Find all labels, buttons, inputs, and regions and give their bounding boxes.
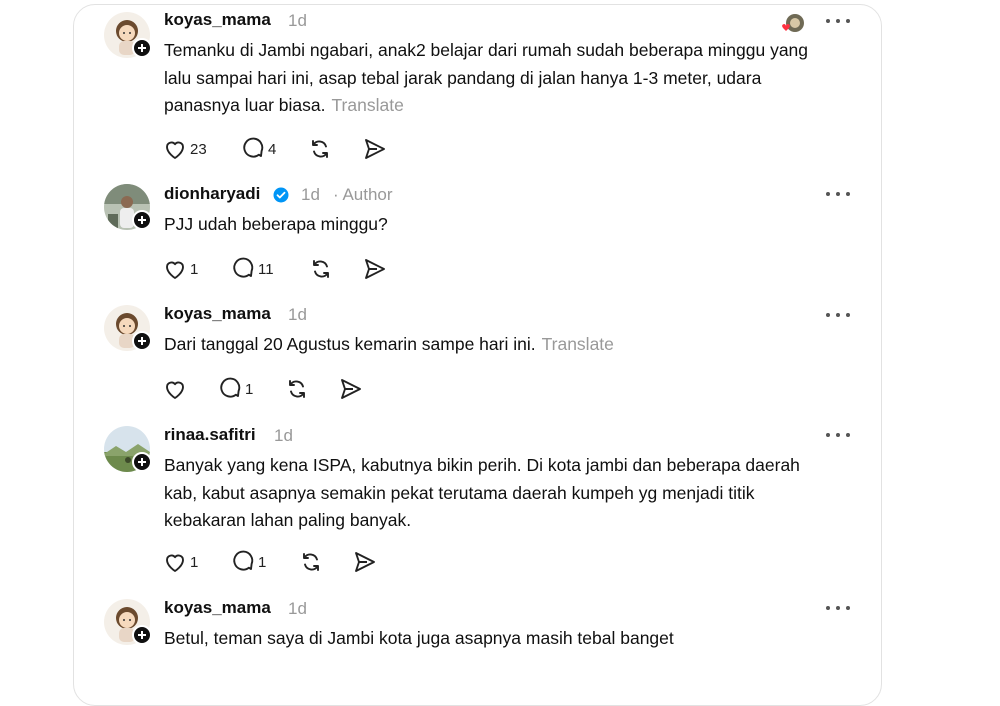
reply-button[interactable]: 1	[230, 548, 266, 576]
like-count: 1	[190, 553, 199, 571]
more-dots-icon[interactable]	[826, 311, 850, 319]
share-button[interactable]	[352, 548, 378, 576]
repost-button[interactable]	[284, 375, 310, 403]
heart-icon	[166, 261, 184, 279]
username[interactable]: koyas_mama	[164, 304, 271, 324]
timestamp[interactable]: 1d	[288, 305, 307, 325]
more-dots-icon[interactable]	[826, 17, 850, 25]
comment-text: Temanku di Jambi ngabari, anak2 belajar …	[164, 37, 824, 120]
comment-body: Temanku di Jambi ngabari, anak2 belajar …	[164, 40, 809, 115]
reply-count: 11	[258, 260, 274, 278]
like-count: 23	[190, 140, 207, 158]
timestamp[interactable]: 1d	[301, 185, 320, 205]
username[interactable]: koyas_mama	[164, 598, 271, 618]
heart-icon	[166, 554, 184, 572]
timestamp[interactable]: 1d	[288, 11, 307, 31]
comment-body: Banyak yang kena ISPA, kabutnya bikin pe…	[164, 455, 800, 530]
reply-count: 1	[258, 553, 267, 571]
author-tag: · Author	[333, 185, 393, 204]
avatar[interactable]	[104, 426, 152, 472]
repost-icon	[303, 553, 319, 571]
avatar[interactable]	[104, 12, 152, 58]
timestamp[interactable]: 1d	[288, 599, 307, 619]
reacted-user-avatar-icon[interactable]	[780, 12, 806, 38]
repost-button[interactable]	[298, 548, 324, 576]
comment-text: Banyak yang kena ISPA, kabutnya bikin pe…	[164, 452, 824, 535]
heart-icon	[166, 381, 184, 399]
username[interactable]: rinaa.safitri	[164, 425, 256, 445]
reply-count: 1	[245, 380, 254, 398]
avatar[interactable]	[104, 305, 152, 351]
comment-bubble-icon	[220, 377, 241, 398]
like-button[interactable]: 23	[162, 135, 207, 163]
follow-plus-icon[interactable]	[132, 38, 152, 58]
translate-link[interactable]: Translate	[542, 334, 614, 354]
translate-link[interactable]: Translate	[332, 95, 404, 115]
like-button[interactable]: 1	[162, 255, 198, 283]
heart-icon	[166, 141, 184, 159]
send-icon	[365, 139, 385, 159]
comment-bubble-icon	[243, 137, 264, 158]
share-button[interactable]	[362, 255, 388, 283]
avatar[interactable]	[104, 184, 152, 230]
comment-text: PJJ udah beberapa minggu?	[164, 211, 824, 239]
reply-button[interactable]: 11	[230, 255, 274, 283]
avatar[interactable]	[104, 599, 152, 645]
share-button[interactable]	[362, 135, 388, 163]
reply-button[interactable]: 4	[240, 135, 276, 163]
share-button[interactable]	[338, 375, 364, 403]
send-icon	[365, 259, 385, 279]
repost-icon	[313, 260, 329, 278]
comment-text: Dari tanggal 20 Agustus kemarin sampe ha…	[164, 331, 824, 359]
comment-body: Betul, teman saya di Jambi kota juga asa…	[164, 628, 674, 648]
follow-plus-icon[interactable]	[132, 331, 152, 351]
timestamp[interactable]: 1d	[274, 426, 293, 446]
follow-plus-icon[interactable]	[132, 625, 152, 645]
more-dots-icon[interactable]	[826, 604, 850, 612]
like-count: 1	[190, 260, 199, 278]
reply-button[interactable]: 1	[217, 375, 253, 403]
repost-button[interactable]	[307, 135, 333, 163]
send-icon	[341, 379, 361, 399]
like-button[interactable]	[162, 375, 190, 403]
more-dots-icon[interactable]	[826, 431, 850, 439]
comment-bubble-icon	[233, 257, 254, 278]
comment-body: Dari tanggal 20 Agustus kemarin sampe ha…	[164, 334, 536, 354]
username[interactable]: koyas_mama	[164, 10, 271, 30]
comment-text: Betul, teman saya di Jambi kota juga asa…	[164, 625, 824, 653]
repost-icon	[312, 140, 328, 158]
follow-plus-icon[interactable]	[132, 210, 152, 230]
username[interactable]: dionharyadi	[164, 184, 260, 204]
repost-icon	[289, 380, 305, 398]
repost-button[interactable]	[308, 255, 334, 283]
comment-body: PJJ udah beberapa minggu?	[164, 214, 388, 234]
send-icon	[355, 552, 375, 572]
like-button[interactable]: 1	[162, 548, 198, 576]
reply-count: 4	[268, 140, 277, 158]
verified-badge-icon	[273, 187, 289, 203]
comment-bubble-icon	[233, 550, 254, 571]
more-dots-icon[interactable]	[826, 190, 850, 198]
follow-plus-icon[interactable]	[132, 452, 152, 472]
